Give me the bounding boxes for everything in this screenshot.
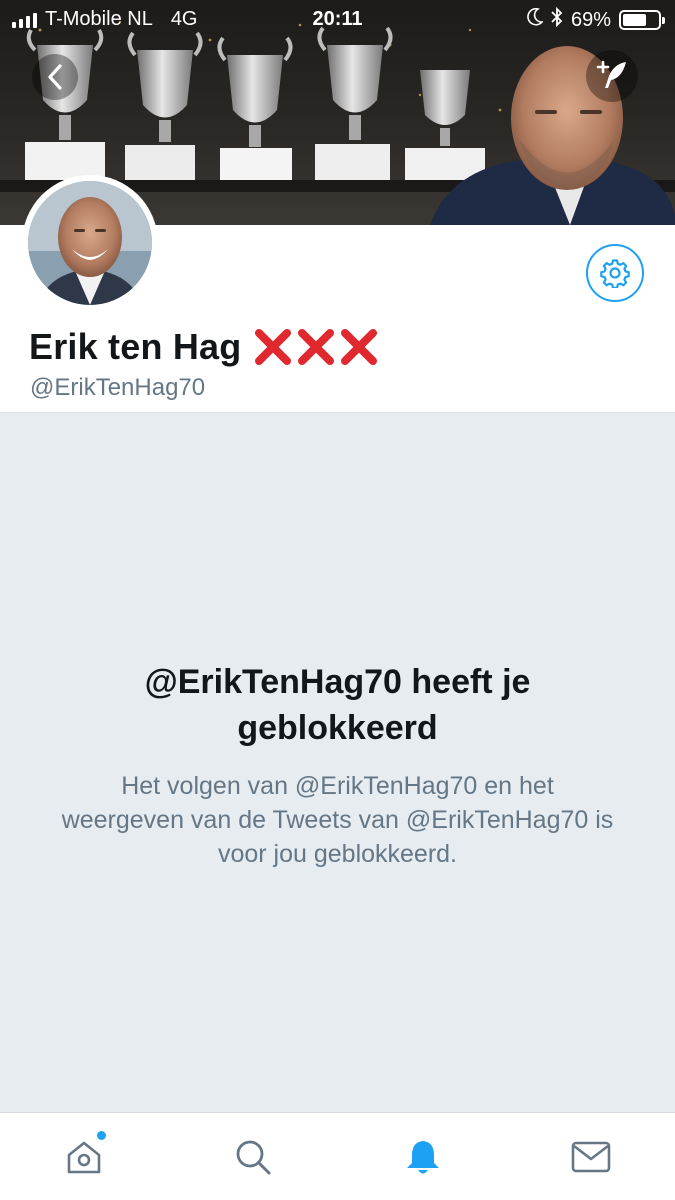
display-name: Erik ten Hag [29,326,242,367]
avatar[interactable] [22,175,158,311]
tab-home[interactable] [62,1131,106,1179]
gear-icon [600,259,630,288]
bottom-tab-bar [0,1112,675,1200]
cross-mark-icon [298,329,335,365]
home-icon [67,1141,101,1174]
search-icon [236,1140,271,1175]
profile-screen: T-Mobile NL 4G 20:11 69% Erik ten Hag @E… [0,0,675,1200]
compose-tweet-icon [596,60,626,88]
battery-icon [619,10,665,30]
blocked-notice: @ErikTenHag70 heeft je geblokkeerd Het v… [0,412,675,1112]
profile-name-row: Erik ten Hag [29,326,379,368]
battery-percent: 69% [570,8,611,31]
tab-messages[interactable] [569,1135,613,1179]
status-bar: T-Mobile NL 4G 20:11 69% [0,0,675,40]
back-button[interactable] [32,54,78,100]
bell-icon [407,1141,439,1174]
cross-mark-icon [341,329,378,365]
tab-notifications[interactable] [401,1135,445,1179]
tab-search[interactable] [231,1135,275,1179]
name-emoji [253,327,379,367]
home-notification-dot [97,1131,106,1140]
profile-handle: @ErikTenHag70 [30,374,206,401]
chevron-left-icon [48,64,62,90]
profile-settings-button[interactable] [586,244,644,302]
blocked-message: Het volgen van @ErikTenHag70 en het weer… [61,772,614,868]
moon-icon [527,7,544,32]
mail-icon [571,1141,611,1173]
blocked-title: @ErikTenHag70 heeft je geblokkeerd [144,663,531,747]
cross-mark-icon [255,329,292,365]
bluetooth-icon [551,6,563,33]
compose-tweet-button[interactable] [586,50,638,102]
